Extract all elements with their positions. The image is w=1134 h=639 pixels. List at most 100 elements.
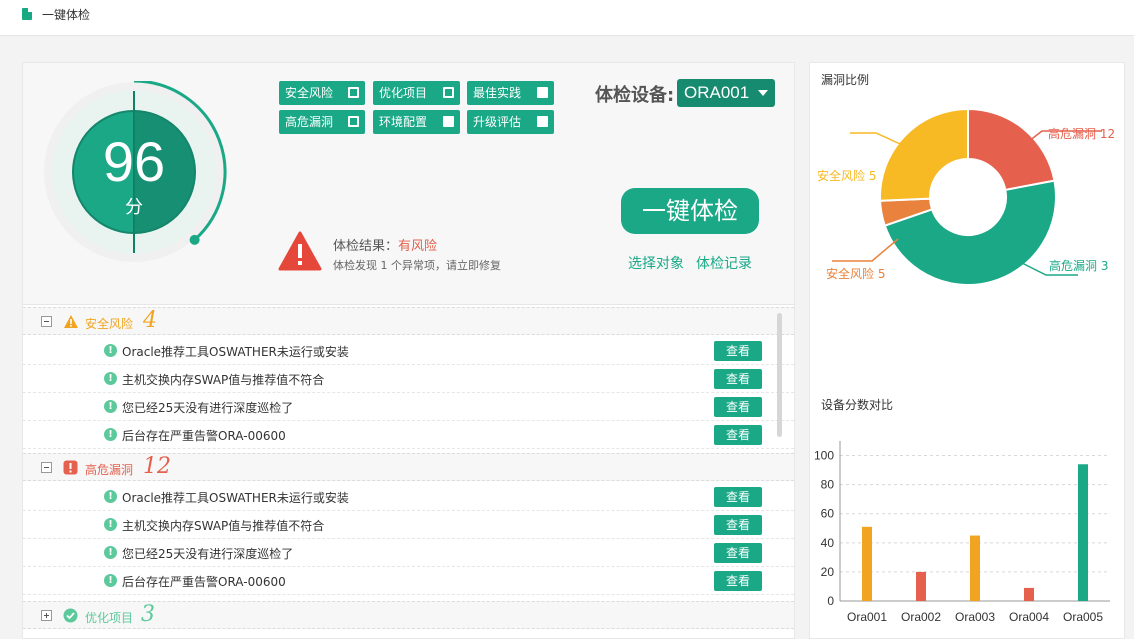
filter-label: 环境配置 [379, 115, 428, 129]
item-text: 后台存在严重告警ORA-00600 [122, 429, 286, 443]
result-detail: 体检发现 1 个异常项，请立即修复 [333, 259, 501, 272]
check-panel: 96 分 安全风险 优化项目 最佳实践 高危漏洞 环境配置 升级评估 体检设备:… [22, 62, 795, 639]
result-status: 有风险 [398, 239, 438, 254]
filter-label: 最佳实践 [473, 86, 522, 100]
filter-label: 升级评估 [473, 115, 522, 129]
view-button[interactable]: 查看 [714, 369, 762, 389]
x-tick-label: Ora005 [1063, 610, 1103, 624]
group-security-risk[interactable]: 安全风险 4 [23, 307, 794, 335]
group-label: 安全风险 [85, 317, 134, 331]
device-select[interactable]: ORA001 [677, 79, 775, 107]
donut-slice-0[interactable] [967, 107, 1056, 192]
x-tick-label: Ora004 [1009, 610, 1049, 624]
y-tick-label: 60 [821, 507, 835, 521]
checkbox-icon [443, 87, 454, 98]
item-text: 您已经25天没有进行深度巡检了 [122, 547, 294, 561]
collapse-icon[interactable] [41, 316, 52, 327]
y-tick-label: 20 [821, 565, 835, 579]
filter-high-risk[interactable]: 高危漏洞 [279, 110, 365, 134]
item-text: 您已经25天没有进行深度巡检了 [122, 401, 294, 415]
view-button[interactable]: 查看 [714, 543, 762, 563]
y-tick-label: 100 [814, 449, 834, 463]
warning-icon [64, 315, 78, 328]
info-icon: ! [104, 428, 117, 441]
view-button[interactable]: 查看 [714, 571, 762, 591]
group-label: 高危漏洞 [85, 463, 134, 477]
view-button[interactable]: 查看 [714, 425, 762, 445]
check-result: 体检结果：有风险 [333, 235, 437, 254]
view-button[interactable]: 查看 [714, 487, 762, 507]
y-tick-label: 40 [821, 536, 835, 550]
group-high-risk[interactable]: 高危漏洞 12 [23, 453, 794, 481]
score-gauge: 96 分 [43, 81, 253, 291]
alert-icon [63, 460, 78, 475]
bar-title: 设备分数对比 [821, 398, 894, 412]
donut-label-high-risk-2: 高危漏洞 3 [1049, 259, 1109, 273]
list-item: ! 后台存在严重告警ORA-00600 查看 [23, 421, 794, 449]
filter-label: 高危漏洞 [285, 115, 334, 129]
score-knob [189, 234, 200, 245]
warning-icon [278, 231, 322, 271]
x-tick-label: Ora003 [955, 610, 995, 624]
filter-env-config[interactable]: 环境配置 [373, 110, 460, 134]
filter-security-risk[interactable]: 安全风险 [279, 81, 365, 105]
item-text: 主机交换内存SWAP值与推荐值不符合 [122, 519, 325, 533]
donut-slice-3[interactable] [879, 107, 969, 202]
list-item: ! Oracle推荐工具OSWATHER未运行或安装 查看 [23, 337, 794, 365]
check-circle-icon [63, 608, 78, 623]
x-tick-label: Ora001 [847, 610, 887, 624]
y-tick-label: 0 [827, 594, 834, 608]
device-selected-value: ORA001 [684, 83, 750, 102]
filter-label: 安全风险 [285, 86, 334, 100]
list-item: ! 您已经25天没有进行深度巡检了 查看 [23, 393, 794, 421]
filter-best-practice[interactable]: 最佳实践 [467, 81, 554, 105]
list-item: ! Oracle推荐工具OSWATHER未运行或安装 查看 [23, 483, 794, 511]
filter-label: 优化项目 [379, 86, 428, 100]
bar-ora005[interactable] [1078, 464, 1088, 601]
donut-label-security-risk: 安全风险 5 [817, 169, 877, 183]
info-icon: ! [104, 546, 117, 559]
view-button[interactable]: 查看 [714, 515, 762, 535]
stats-panel: 漏洞比例 高危漏洞 12 安全风险 5 安全风险 5 高危漏洞 3 设备分数对比… [809, 62, 1125, 639]
one-click-check-button[interactable]: 一键体检 [621, 188, 759, 234]
score-unit: 分 [125, 197, 143, 218]
item-text: Oracle推荐工具OSWATHER未运行或安装 [122, 491, 349, 505]
list-scrollbar[interactable] [777, 313, 782, 437]
group-label: 优化项目 [85, 611, 134, 625]
bar-ora003[interactable] [970, 535, 980, 601]
info-icon: ! [104, 518, 117, 531]
expand-icon[interactable] [41, 610, 52, 621]
select-target-link[interactable]: 选择对象 [628, 253, 684, 273]
list-item: ! 后台存在严重告警ORA-00600 查看 [23, 567, 794, 595]
group-count: 3 [141, 602, 155, 627]
list-item: ! 您已经25天没有进行深度巡检了 查看 [23, 539, 794, 567]
checkbox-checked-icon [537, 87, 548, 98]
device-score-bar-chart: 0 20 40 60 80 100 Ora001 Ora002 Ora003 Ora004 Ora0… [814, 441, 1110, 624]
result-prefix: 体检结果： [333, 239, 399, 254]
group-optimize[interactable]: 优化项目 3 [23, 601, 794, 629]
bar-ora004[interactable] [1024, 587, 1034, 601]
check-header: 96 分 安全风险 优化项目 最佳实践 高危漏洞 环境配置 升级评估 体检设备:… [23, 63, 794, 305]
top-bar: 一键体检 [0, 0, 1134, 36]
check-record-link[interactable]: 体检记录 [696, 253, 752, 273]
filter-optimize[interactable]: 优化项目 [373, 81, 460, 105]
info-icon: ! [104, 400, 117, 413]
item-text: 后台存在严重告警ORA-00600 [122, 575, 286, 589]
bar-ora002[interactable] [916, 571, 926, 601]
checkbox-icon [348, 87, 359, 98]
checkbox-checked-icon [443, 116, 454, 127]
view-button[interactable]: 查看 [714, 397, 762, 417]
collapse-icon[interactable] [41, 462, 52, 473]
view-button[interactable]: 查看 [714, 341, 762, 361]
score-value: 96 [102, 130, 166, 193]
item-text: 主机交换内存SWAP值与推荐值不符合 [122, 373, 325, 387]
chevron-down-icon [758, 90, 768, 96]
page-title: 一键体检 [42, 8, 91, 22]
bar-ora001[interactable] [862, 526, 872, 601]
checkbox-checked-icon [537, 116, 548, 127]
x-tick-label: Ora002 [901, 610, 941, 624]
item-text: Oracle推荐工具OSWATHER未运行或安装 [122, 345, 349, 359]
info-icon: ! [104, 490, 117, 503]
donut-label-high-risk: 高危漏洞 12 [1048, 127, 1116, 141]
filter-upgrade[interactable]: 升级评估 [467, 110, 554, 134]
